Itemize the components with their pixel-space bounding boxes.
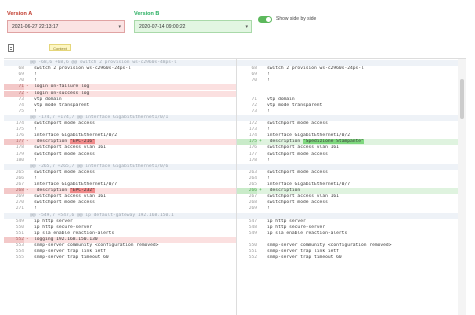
line-code: ! xyxy=(267,206,270,212)
side-by-side-toggle[interactable] xyxy=(258,16,272,23)
line-code: ! xyxy=(267,175,270,181)
changed-token: "Spedizione Stampante" xyxy=(302,139,364,145)
line-code: ! xyxy=(34,175,37,181)
line-code: ip sla enable reaction-alerts xyxy=(34,230,115,236)
line-number: 555 xyxy=(15,255,24,261)
line-code: ! xyxy=(267,78,270,84)
line-code: ! xyxy=(34,157,37,163)
line-code: ! xyxy=(267,108,270,114)
diff-pane-old: @@ -68,6 +68,6 @@ switch 2 provision ws-… xyxy=(4,59,237,315)
line-code: ip http server xyxy=(34,218,73,224)
line-code: switchport mode access xyxy=(267,151,328,157)
version-a-label: Version A xyxy=(7,11,33,17)
line-code: ! xyxy=(267,157,270,163)
version-a-value: 2021-06-27 22:13:17 xyxy=(12,24,59,30)
line-code: switchport access vlan 161 xyxy=(267,194,339,200)
line-text: snmp-server trap timeout 60 xyxy=(34,255,236,261)
line-code: ! xyxy=(267,127,270,133)
document-icon[interactable] xyxy=(8,44,14,52)
line-code: description xyxy=(34,139,70,145)
line-code: ! xyxy=(34,108,37,114)
line-code: interface GigabitEthernet1/0/2 xyxy=(34,133,117,139)
line-code: ip sla enable reaction-alerts xyxy=(267,230,348,236)
line-code: interface GigabitEthernet1/0/7 xyxy=(34,182,117,187)
line-code: switchport access vlan 161 xyxy=(267,145,339,151)
line-code: switchport mode access xyxy=(34,151,95,157)
line-code: interface GigabitEthernet1/0/7 xyxy=(267,182,350,187)
line-code: ! xyxy=(34,206,37,212)
line-code: switchport mode access xyxy=(267,121,328,126)
chevron-down-icon: ▾ xyxy=(245,24,248,30)
diff-viewer: @@ -68,6 +68,6 @@ switch 2 provision ws-… xyxy=(4,58,466,315)
diff-line: 552 snmp-server trap timeout 60 xyxy=(237,255,466,261)
line-code: vtp domain xyxy=(267,96,295,102)
toggle-knob xyxy=(266,17,271,22)
line-code: login on-success log xyxy=(34,90,90,96)
version-b-value: 2020-07-14 09:00:22 xyxy=(139,24,186,30)
line-code: switchport mode access xyxy=(34,121,95,126)
line-code: ! xyxy=(267,72,270,78)
line-code: vtp mode transparent xyxy=(34,102,90,108)
version-b-label: Version B xyxy=(134,11,160,17)
side-by-side-label: Show side by side xyxy=(276,16,317,22)
line-code: login on-failure log xyxy=(34,84,90,90)
line-code: description xyxy=(267,139,303,145)
line-code: ip http secure-server xyxy=(267,224,326,230)
line-code: snmp-server trap timeout 60 xyxy=(267,255,342,261)
line-code: vtp domain xyxy=(34,96,62,102)
line-code: switchport mode access xyxy=(267,169,328,175)
chevron-down-icon: ▾ xyxy=(118,24,121,30)
line-code: snmp-server trap link ietf xyxy=(34,249,106,255)
line-code: ! xyxy=(34,72,37,78)
line-code: snmp-server community <configuration rem… xyxy=(34,243,159,248)
version-b-select[interactable]: 2020-07-14 09:00:22 ▾ xyxy=(134,20,252,33)
line-code: switch 2 provision ws-c2960s-24ps-l xyxy=(34,66,131,72)
diff-pane-new: 68 switch 2 provision ws-c2960s-24ps-l 69!… xyxy=(237,59,466,315)
line-code: logging 192.168.150.130 xyxy=(34,236,98,242)
scrollbar-thumb[interactable] xyxy=(460,79,464,119)
line-code: description xyxy=(34,188,70,194)
line-code: snmp-server trap link ietf xyxy=(267,249,339,255)
line-code: switchport access vlan 161 xyxy=(34,194,106,200)
line-code: ip http server xyxy=(267,218,306,224)
changed-token: "EPC-232" xyxy=(69,188,95,194)
line-code: switchport access vlan 161 xyxy=(34,145,106,151)
line-code: @@ -68,6 +68,6 @@ switch 2 provision ws-… xyxy=(30,60,177,65)
toolbar: Version A 2021-06-27 22:13:17 ▾ Version … xyxy=(0,0,475,58)
line-code: vtp mode transparent xyxy=(267,102,323,108)
line-code: @@ -174,7 +174,7 @@ interface GigabitEth… xyxy=(30,114,169,120)
line-code: switchport mode access xyxy=(267,200,328,206)
context-badge[interactable]: Context xyxy=(49,44,71,51)
line-code: snmp-server community <configuration rem… xyxy=(267,243,392,248)
line-code: @@ -265,7 +265,7 @@ interface GigabitEth… xyxy=(30,163,169,169)
line-code: switchport mode access xyxy=(34,169,95,175)
line-text: snmp-server trap timeout 60 xyxy=(267,255,466,261)
line-code: ip http secure-server xyxy=(34,224,93,230)
scrollbar[interactable] xyxy=(458,59,466,315)
line-code: switch 2 provision ws-c2960s-24ps-l xyxy=(267,66,364,72)
diff-line: 555 snmp-server trap timeout 60 xyxy=(4,255,236,261)
line-number: 552 xyxy=(248,255,257,261)
changed-token: "EPC-216" xyxy=(69,139,95,145)
line-code: ! xyxy=(34,127,37,133)
line-code: interface GigabitEthernet1/0/2 xyxy=(267,133,350,139)
line-code: description xyxy=(267,188,301,194)
line-code: snmp-server trap timeout 60 xyxy=(34,255,109,261)
line-code: ! xyxy=(34,78,37,84)
version-a-select[interactable]: 2021-06-27 22:13:17 ▾ xyxy=(7,20,125,33)
line-code: switchport mode access xyxy=(34,200,95,206)
line-code: @@ -549,7 +547,6 @@ ip default-gateway 1… xyxy=(30,212,174,218)
